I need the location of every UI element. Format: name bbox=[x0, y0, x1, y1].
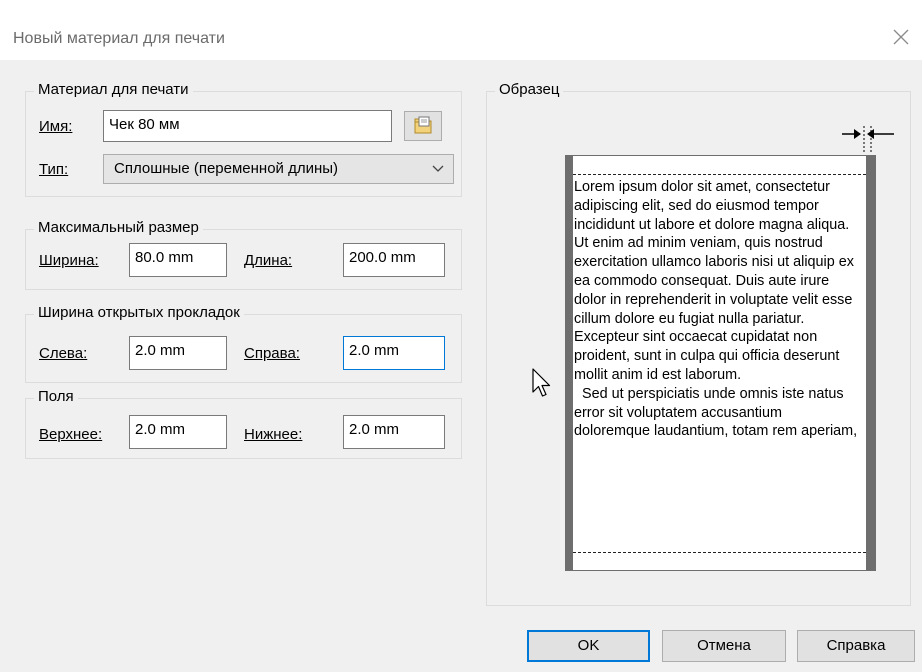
ok-button[interactable]: OK bbox=[527, 630, 650, 662]
left-pad-input[interactable]: 2.0 mm bbox=[129, 336, 227, 370]
left-pad-input-value: 2.0 mm bbox=[135, 342, 186, 359]
mouse-pointer-icon bbox=[532, 368, 552, 404]
width-label: Ширина: bbox=[39, 252, 99, 269]
bottom-margin-line bbox=[573, 552, 866, 553]
top-margin-input[interactable]: 2.0 mm bbox=[129, 415, 227, 449]
window-title: Новый материал для печати bbox=[13, 30, 225, 47]
right-pad-bar bbox=[866, 156, 875, 570]
length-input-value: 200.0 mm bbox=[349, 249, 416, 266]
name-input-value: Чек 80 мм bbox=[109, 116, 180, 133]
cancel-button[interactable]: Отмена bbox=[662, 630, 786, 662]
help-button[interactable]: Справка bbox=[797, 630, 915, 662]
right-pad-input-value: 2.0 mm bbox=[349, 342, 400, 359]
right-pad-input[interactable]: 2.0 mm bbox=[343, 336, 445, 370]
close-icon[interactable] bbox=[888, 24, 914, 50]
bottom-margin-input[interactable]: 2.0 mm bbox=[343, 415, 445, 449]
name-input[interactable]: Чек 80 мм bbox=[103, 110, 392, 142]
sample-legend: Образец bbox=[495, 81, 564, 98]
top-margin-line bbox=[573, 174, 866, 175]
type-label: Тип: bbox=[39, 161, 69, 178]
pad-width-arrows-icon bbox=[838, 123, 898, 153]
margins-legend: Поля bbox=[34, 388, 78, 405]
type-select[interactable]: Сплошные (переменной длины) bbox=[103, 154, 454, 184]
type-select-value: Сплошные (переменной длины) bbox=[114, 160, 339, 177]
left-pad-bar bbox=[566, 156, 573, 570]
width-input-value: 80.0 mm bbox=[135, 249, 194, 266]
chevron-down-icon bbox=[431, 158, 445, 181]
material-legend: Материал для печати bbox=[34, 81, 193, 98]
top-margin-label: Верхнее: bbox=[39, 426, 103, 443]
width-input[interactable]: 80.0 mm bbox=[129, 243, 227, 277]
right-pad-label: Справа: bbox=[244, 345, 300, 362]
length-input[interactable]: 200.0 mm bbox=[343, 243, 445, 277]
pads-legend: Ширина открытых прокладок bbox=[34, 304, 244, 321]
top-margin-input-value: 2.0 mm bbox=[135, 421, 186, 438]
bottom-margin-label: Нижнее: bbox=[244, 426, 303, 443]
sample-paragraph-1: Lorem ipsum dolor sit amet, consectetur … bbox=[574, 179, 854, 383]
new-print-material-dialog: Новый материал для печати Материал для п… bbox=[0, 0, 922, 672]
folder-browse-icon bbox=[414, 116, 432, 134]
left-pad-label: Слева: bbox=[39, 345, 88, 362]
browse-button[interactable] bbox=[404, 111, 442, 141]
name-label: Имя: bbox=[39, 118, 73, 135]
max-size-legend: Максимальный размер bbox=[34, 219, 203, 236]
length-label: Длина: bbox=[244, 252, 293, 269]
sample-paragraph-2: Sed ut perspiciatis unde omnis iste natu… bbox=[574, 385, 858, 440]
title-bar: Новый материал для печати bbox=[0, 0, 922, 60]
sample-paper-preview: Lorem ipsum dolor sit amet, consectetur … bbox=[565, 155, 876, 571]
sample-text: Lorem ipsum dolor sit amet, consectetur … bbox=[574, 178, 860, 441]
bottom-margin-input-value: 2.0 mm bbox=[349, 421, 400, 438]
